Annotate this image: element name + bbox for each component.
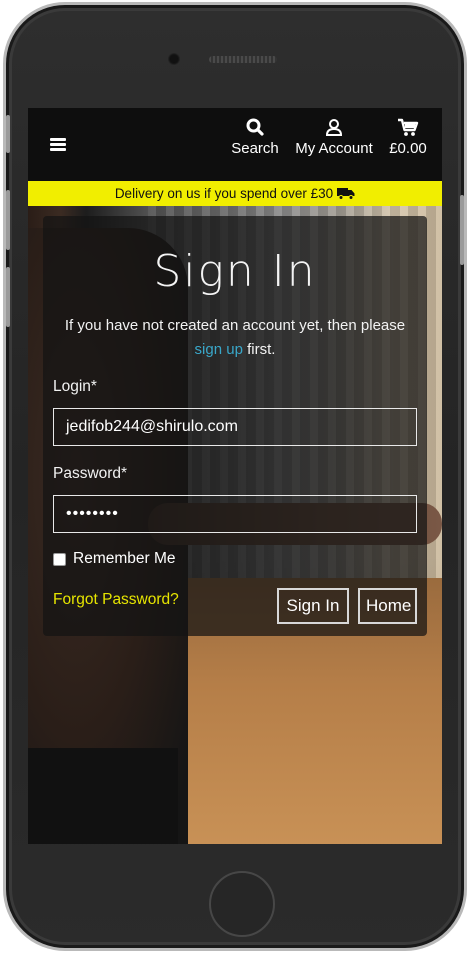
nav-my-account[interactable]: My Account (291, 116, 377, 158)
delivery-banner: Delivery on us if you spend over £30 (28, 181, 442, 206)
remember-me-label: Remember Me (73, 550, 176, 567)
signin-button[interactable]: Sign In (277, 588, 349, 624)
login-input[interactable]: jedifob244@shirulo.com (53, 408, 417, 446)
cart-icon (398, 118, 419, 136)
signup-link[interactable]: sign up (195, 341, 243, 358)
signup-prompt-text: If you have not created an account yet, … (64, 317, 406, 334)
search-icon (246, 118, 264, 136)
password-input[interactable]: •••••••• (53, 495, 417, 533)
forgot-password-link[interactable]: Forgot Password? (53, 591, 179, 609)
user-icon (325, 119, 343, 136)
signup-prompt: If you have not created an account yet, … (53, 314, 417, 362)
login-label: Login* (53, 378, 97, 395)
remember-me-checkbox[interactable] (53, 552, 66, 566)
password-label: Password* (53, 465, 128, 482)
nav-search[interactable]: Search (227, 116, 283, 158)
signup-prompt-end: first. (247, 341, 276, 358)
nav-search-label: Search (231, 140, 279, 157)
home-button[interactable]: Home (358, 588, 417, 624)
remember-me[interactable]: Remember Me (53, 550, 176, 568)
signin-card: Sign In If you have not created an accou… (43, 216, 427, 636)
hamburger-menu-icon[interactable] (50, 138, 66, 152)
page-title: Sign In (153, 246, 317, 297)
background-shorts (28, 748, 178, 844)
nav-shopping-bag[interactable]: £0.00 (386, 116, 430, 158)
site-header: Search My Account £0.00 (28, 108, 442, 181)
volume-up-button (6, 190, 10, 250)
front-camera (168, 53, 180, 65)
delivery-banner-text: Delivery on us if you spend over £30 (114, 186, 334, 201)
nav-account-label: My Account (295, 140, 373, 157)
volume-down-button (6, 267, 10, 327)
truck-icon (337, 188, 355, 200)
earpiece-speaker (209, 56, 277, 63)
power-button (460, 195, 464, 265)
home-hardware-button (209, 871, 275, 937)
phone-screen: Search My Account £0.00 Delivery on us i… (28, 108, 442, 844)
mute-switch (6, 115, 10, 153)
bag-total: £0.00 (389, 140, 427, 157)
